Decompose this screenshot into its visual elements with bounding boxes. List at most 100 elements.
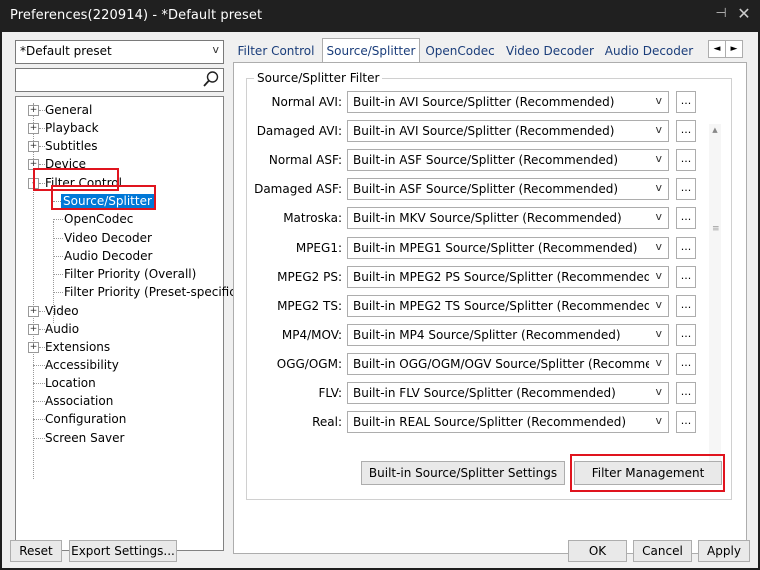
chevron-down-icon: v [655, 269, 662, 282]
highlight-source-splitter [51, 185, 156, 210]
apply-button[interactable]: Apply [698, 540, 750, 562]
group-title: Source/Splitter Filter [254, 71, 383, 85]
cancel-button[interactable]: Cancel [633, 540, 692, 562]
splitter-settings-button[interactable]: Built-in Source/Splitter Settings [361, 461, 565, 485]
tab-strip: Filter Control Source/Splitter OpenCodec… [234, 38, 704, 63]
tree-connector [53, 256, 63, 257]
chevron-down-icon: v [655, 298, 662, 311]
search-icon[interactable] [202, 70, 220, 88]
splitter-dropdown[interactable]: Built-in AVI Source/Splitter (Recommende… [347, 120, 669, 142]
tree-item-filter-priority-overall[interactable]: Filter Priority (Overall) [64, 265, 196, 283]
expand-icon[interactable]: + [28, 123, 39, 134]
splitter-dropdown[interactable]: Built-in OGG/OGM/OGV Source/Splitter (Re… [347, 353, 669, 375]
vertical-scrollbar[interactable]: ▲ ≡ ▼ [709, 124, 721, 479]
splitter-value: Built-in MPEG1 Source/Splitter (Recommen… [353, 241, 638, 255]
scroll-grip-icon[interactable]: ≡ [712, 224, 720, 234]
tree-connector [53, 238, 63, 239]
more-options-button[interactable]: ... [676, 178, 696, 200]
expand-icon[interactable]: + [28, 141, 39, 152]
tree-item-audio-decoder[interactable]: Audio Decoder [64, 247, 152, 265]
more-options-button[interactable]: ... [676, 353, 696, 375]
export-settings-button[interactable]: Export Settings... [69, 540, 177, 562]
row-label: FLV: [318, 386, 342, 400]
tab-video-decoder[interactable]: Video Decoder [506, 41, 594, 61]
tab-source-splitter[interactable]: Source/Splitter [322, 38, 420, 63]
pin-icon[interactable]: ⊣ [712, 6, 730, 24]
scroll-up-icon[interactable]: ▲ [709, 124, 721, 136]
chevron-down-icon: v [655, 356, 662, 369]
more-options-button[interactable]: ... [676, 266, 696, 288]
chevron-down-icon: v [655, 152, 662, 165]
chevron-down-icon: v [655, 181, 662, 194]
splitter-dropdown[interactable]: Built-in MPEG2 TS Source/Splitter (Recom… [347, 295, 669, 317]
row-label: MP4/MOV: [281, 328, 342, 342]
row-label: OGG/OGM: [276, 357, 342, 371]
more-options-button[interactable]: ... [676, 295, 696, 317]
more-options-button[interactable]: ... [676, 149, 696, 171]
row-label: Real: [312, 415, 342, 429]
tab-scroll-right-icon[interactable]: ► [725, 40, 743, 58]
tree-item-accessibility[interactable]: Accessibility [45, 356, 119, 374]
tree-connector [33, 365, 45, 366]
splitter-dropdown[interactable]: Built-in REAL Source/Splitter (Recommend… [347, 411, 669, 433]
splitter-dropdown[interactable]: Built-in ASF Source/Splitter (Recommende… [347, 178, 669, 200]
preset-dropdown[interactable]: *Default preset v [15, 40, 224, 64]
splitter-dropdown[interactable]: Built-in MP4 Source/Splitter (Recommende… [347, 324, 669, 346]
tree-item-location[interactable]: Location [45, 374, 96, 392]
tree-item-opencodec[interactable]: OpenCodec [64, 210, 133, 228]
splitter-value: Built-in MP4 Source/Splitter (Recommende… [353, 328, 621, 342]
tree-item-screen-saver[interactable]: Screen Saver [45, 429, 124, 447]
tree-item-configuration[interactable]: Configuration [45, 410, 126, 428]
tree-item-subtitles[interactable]: Subtitles [45, 137, 98, 155]
splitter-dropdown[interactable]: Built-in MKV Source/Splitter (Recommende… [347, 207, 669, 229]
ok-button[interactable]: OK [568, 540, 627, 562]
row-label: Normal ASF: [268, 153, 342, 167]
splitter-value: Built-in AVI Source/Splitter (Recommende… [353, 95, 615, 109]
chevron-down-icon: v [655, 123, 662, 136]
expand-icon[interactable]: + [28, 342, 39, 353]
splitter-dropdown[interactable]: Built-in AVI Source/Splitter (Recommende… [347, 91, 669, 113]
tree-item-extensions[interactable]: Extensions [45, 338, 110, 356]
more-options-button[interactable]: ... [676, 207, 696, 229]
expand-icon[interactable]: + [28, 105, 39, 116]
tree-item-playback[interactable]: Playback [45, 119, 99, 137]
tree-connector [33, 438, 45, 439]
tree-connector [53, 219, 63, 220]
tab-opencodec[interactable]: OpenCodec [424, 41, 496, 61]
chevron-down-icon: v [655, 414, 662, 427]
tree-item-general[interactable]: General [45, 101, 92, 119]
splitter-value: Built-in MKV Source/Splitter (Recommende… [353, 211, 622, 225]
expand-icon[interactable]: + [28, 324, 39, 335]
splitter-dropdown[interactable]: Built-in MPEG2 PS Source/Splitter (Recom… [347, 266, 669, 288]
search-input[interactable] [15, 68, 224, 92]
reset-button[interactable]: Reset [10, 540, 62, 562]
more-options-button[interactable]: ... [676, 237, 696, 259]
splitter-value: Built-in MPEG2 TS Source/Splitter (Recom… [353, 299, 649, 313]
tree-item-audio[interactable]: Audio [45, 320, 79, 338]
more-options-button[interactable]: ... [676, 91, 696, 113]
row-label: MPEG2 TS: [277, 299, 342, 313]
tree-item-filter-priority-preset[interactable]: Filter Priority (Preset-specific) [64, 283, 241, 301]
more-options-button[interactable]: ... [676, 411, 696, 433]
tree-connector [33, 419, 45, 420]
expand-icon[interactable]: + [28, 306, 39, 317]
more-options-button[interactable]: ... [676, 382, 696, 404]
tree-item-association[interactable]: Association [45, 392, 113, 410]
tab-audio-decoder[interactable]: Audio Decoder [604, 41, 694, 61]
tab-scroll-left-icon[interactable]: ◄ [708, 40, 726, 58]
tree-connector [53, 292, 63, 293]
close-icon[interactable]: ✕ [734, 4, 754, 24]
splitter-dropdown[interactable]: Built-in MPEG1 Source/Splitter (Recommen… [347, 237, 669, 259]
tree-item-video-decoder[interactable]: Video Decoder [64, 229, 152, 247]
splitter-dropdown[interactable]: Built-in FLV Source/Splitter (Recommende… [347, 382, 669, 404]
window-title: Preferences(220914) - *Default preset [10, 8, 263, 23]
settings-tree[interactable]: + General + Playback + Subtitles + Devic… [15, 96, 241, 551]
splitter-dropdown[interactable]: Built-in ASF Source/Splitter (Recommende… [347, 149, 669, 171]
tree-item-video[interactable]: Video [45, 302, 79, 320]
more-options-button[interactable]: ... [676, 324, 696, 346]
splitter-value: Built-in AVI Source/Splitter (Recommende… [353, 124, 615, 138]
tree-connector [33, 401, 45, 402]
row-label: MPEG2 PS: [277, 270, 342, 284]
tab-filter-control[interactable]: Filter Control [234, 41, 318, 61]
more-options-button[interactable]: ... [676, 120, 696, 142]
